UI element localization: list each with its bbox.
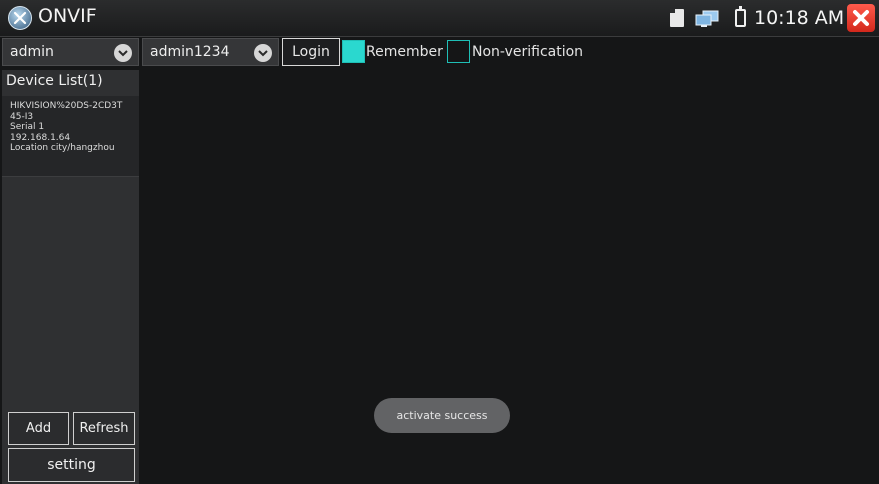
login-button[interactable]: Login [282, 38, 340, 66]
login-toolbar: admin admin1234 Login Remember Non-verif… [0, 38, 879, 68]
username-select[interactable]: admin [2, 38, 139, 66]
close-icon [853, 10, 869, 26]
network-icon [695, 10, 721, 28]
device-sidebar: Device List(1) HIKVISION%20DS-2CD3T 45-I… [2, 70, 139, 484]
password-select[interactable]: admin1234 [142, 38, 279, 66]
toast-message: activate success [374, 398, 510, 433]
add-button[interactable]: Add [8, 412, 69, 445]
main-content-area [141, 70, 879, 484]
device-name-continued: 45-I3 [10, 111, 34, 122]
clock: 10:18 AM [754, 7, 845, 29]
onvif-logo-icon [8, 6, 32, 30]
app-title: ONVIF [38, 5, 97, 27]
title-bar: ONVIF 10:18 AM [0, 0, 879, 37]
non-verification-label: Non-verification [472, 44, 584, 60]
device-serial: Serial 1 [10, 122, 45, 132]
device-list-item[interactable]: HIKVISION%20DS-2CD3T 45-I3 Serial 1 192.… [2, 96, 139, 177]
password-value: admin1234 [150, 44, 230, 60]
device-list-header: Device List(1) [6, 73, 103, 89]
username-value: admin [10, 44, 54, 60]
remember-label: Remember [366, 44, 443, 60]
refresh-button[interactable]: Refresh [73, 412, 135, 445]
non-verification-checkbox[interactable] [447, 40, 470, 63]
battery-icon [735, 6, 746, 27]
device-name: HIKVISION%20DS-2CD3T [10, 101, 123, 111]
device-location: Location city/hangzhou [10, 143, 115, 153]
close-button[interactable] [847, 4, 875, 32]
sd-card-icon [670, 9, 684, 27]
remember-checkbox[interactable] [342, 40, 365, 63]
setting-button[interactable]: setting [8, 448, 135, 482]
chevron-down-icon[interactable] [114, 44, 132, 62]
device-ip: 192.168.1.64 [10, 132, 71, 143]
chevron-down-icon[interactable] [254, 44, 272, 62]
